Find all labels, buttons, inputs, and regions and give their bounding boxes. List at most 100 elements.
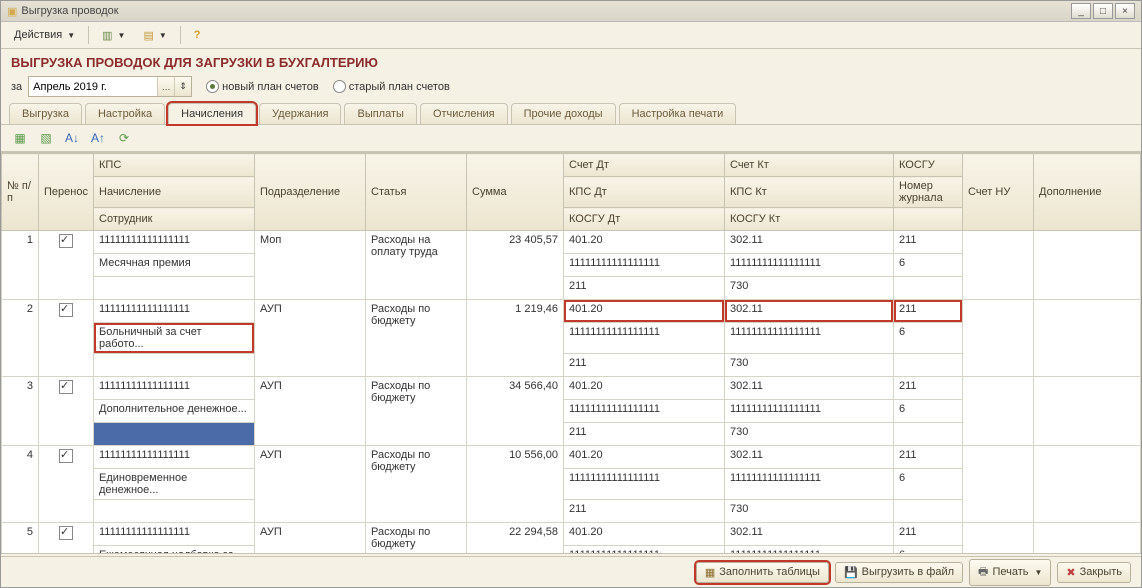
cell-podr: АУП — [255, 446, 366, 523]
cell-sotr — [94, 277, 255, 300]
table-row[interactable]: 411111111111111111АУПРасходы по бюджету1… — [2, 446, 1141, 469]
tab-3[interactable]: Удержания — [259, 103, 341, 124]
help-button[interactable]: ? — [187, 25, 208, 45]
col-transfer[interactable]: Перенос — [39, 154, 94, 231]
table-row[interactable]: 311111111111111111АУПРасходы по бюджету3… — [2, 377, 1141, 400]
maximize-button[interactable]: □ — [1093, 3, 1113, 19]
cell-dt: 401.20 — [564, 446, 725, 469]
chevron-down-icon: ▼ — [118, 31, 126, 40]
tab-7[interactable]: Настройка печати — [619, 103, 737, 124]
col-nach[interactable]: Начисление — [94, 177, 255, 208]
col-podr[interactable]: Подразделение — [255, 154, 366, 231]
add-row-button[interactable]: ▦ — [9, 127, 31, 149]
col-blank[interactable] — [894, 208, 963, 231]
tab-2[interactable]: Начисления — [168, 103, 256, 124]
col-nomzh[interactable]: Номер журнала — [894, 177, 963, 208]
cell-transfer[interactable] — [39, 231, 94, 300]
refresh-button[interactable]: ⟳ — [113, 127, 135, 149]
cell-nu — [963, 300, 1034, 377]
page-title: ВЫГРУЗКА ПРОВОДОК ДЛЯ ЗАГРУЗКИ В БУХГАЛТ… — [1, 49, 1141, 74]
export-icon-button[interactable]: ▥▼ — [95, 25, 132, 46]
cell-kps: 11111111111111111 — [94, 446, 255, 469]
col-kt[interactable]: Счет Кт — [725, 154, 894, 177]
sort-desc-icon: A↑ — [91, 131, 105, 145]
cell-nach: Единовременное денежное... — [94, 469, 255, 500]
cell-kt: 302.11 — [725, 377, 894, 400]
grid-toolbar: ▦ ▧ A↓ A↑ ⟳ — [1, 125, 1141, 152]
period-input[interactable] — [29, 81, 157, 93]
cell-sum: 23 405,57 — [467, 231, 564, 300]
doc-icon: ▣ — [7, 5, 17, 18]
cell-stat: Расходы на оплату труда — [366, 231, 467, 300]
help-icon: ? — [194, 29, 201, 41]
titlebar: ▣ Выгрузка проводок _ □ × — [1, 1, 1141, 22]
col-kosgudt[interactable]: КОСГУ Дт — [564, 208, 725, 231]
cell-num: 3 — [2, 377, 39, 446]
col-sotr[interactable]: Сотрудник — [94, 208, 255, 231]
cell-stat: Расходы по бюджету — [366, 446, 467, 523]
period-spinner-button[interactable]: ⇕ — [174, 77, 191, 96]
sort-asc-icon: A↓ — [65, 131, 79, 145]
copy-row-button[interactable]: ▧ — [35, 127, 57, 149]
tab-5[interactable]: Отчисления — [420, 103, 508, 124]
tab-4[interactable]: Выплаты — [344, 103, 416, 124]
col-kosgu[interactable]: КОСГУ — [894, 154, 963, 177]
checkbox-icon — [59, 380, 73, 394]
print-icon: 🖶 — [978, 563, 988, 582]
cell-transfer[interactable] — [39, 377, 94, 446]
actions-menu[interactable]: Действия ▼ — [7, 25, 82, 45]
data-grid[interactable]: № п/п Перенос КПС Подразделение Статья С… — [1, 152, 1141, 554]
sort-asc-button[interactable]: A↓ — [61, 127, 83, 149]
table-row[interactable]: 211111111111111111АУПРасходы по бюджету1… — [2, 300, 1141, 323]
cell-transfer[interactable] — [39, 523, 94, 555]
tab-6[interactable]: Прочие доходы — [511, 103, 616, 124]
cell-kpsdt: 11111111111111111 — [564, 469, 725, 500]
cell-sum: 10 556,00 — [467, 446, 564, 523]
col-num[interactable]: № п/п — [2, 154, 39, 231]
cell-nu — [963, 523, 1034, 555]
fill-tables-button[interactable]: ▦ Заполнить таблицы — [696, 562, 829, 583]
table-row[interactable]: 511111111111111111АУПРасходы по бюджету2… — [2, 523, 1141, 546]
col-nu[interactable]: Счет НУ — [963, 154, 1034, 231]
close-button[interactable]: × — [1115, 3, 1135, 19]
col-kosgukt[interactable]: КОСГУ Кт — [725, 208, 894, 231]
col-stat[interactable]: Статья — [366, 154, 467, 231]
cell-transfer[interactable] — [39, 446, 94, 523]
cell-kpskt: 11111111111111111 — [725, 400, 894, 423]
cell-nu — [963, 231, 1034, 300]
col-dop[interactable]: Дополнение — [1034, 154, 1141, 231]
table-row[interactable]: 111111111111111111МопРасходы на оплату т… — [2, 231, 1141, 254]
minimize-button[interactable]: _ — [1071, 3, 1091, 19]
cell-kpsdt: 11111111111111111 — [564, 400, 725, 423]
main-toolbar: Действия ▼ ▥▼ ▤▼ ? — [1, 22, 1141, 49]
radio-old-plan[interactable]: старый план счетов — [333, 80, 450, 93]
cell-blank — [894, 277, 963, 300]
col-kpskt[interactable]: КПС Кт — [725, 177, 894, 208]
radio-new-plan[interactable]: новый план счетов — [206, 80, 319, 93]
cell-sum: 34 566,40 — [467, 377, 564, 446]
script-icon-button[interactable]: ▤▼ — [136, 25, 173, 46]
cell-num: 4 — [2, 446, 39, 523]
col-sum[interactable]: Сумма — [467, 154, 564, 231]
export-file-button[interactable]: 💾 Выгрузить в файл — [835, 562, 963, 583]
cell-nomzh: 6 — [894, 469, 963, 500]
checkbox-icon — [59, 234, 73, 248]
col-dt[interactable]: Счет Дт — [564, 154, 725, 177]
tab-1[interactable]: Настройка — [85, 103, 165, 124]
cell-dop — [1034, 523, 1141, 555]
refresh-icon: ⟳ — [119, 131, 129, 145]
col-kps[interactable]: КПС — [94, 154, 255, 177]
tab-0[interactable]: Выгрузка — [9, 103, 82, 124]
close-form-button[interactable]: ✖ Закрыть — [1057, 562, 1131, 583]
cell-kosgudt: 211 — [564, 423, 725, 446]
sort-desc-button[interactable]: A↑ — [87, 127, 109, 149]
cell-dop — [1034, 377, 1141, 446]
print-label: Печать — [992, 566, 1028, 578]
cell-kpskt: 11111111111111111 — [725, 323, 894, 354]
col-kpsdt[interactable]: КПС Дт — [564, 177, 725, 208]
period-ellipsis-button[interactable]: … — [157, 77, 174, 96]
cell-kps: 11111111111111111 — [94, 231, 255, 254]
cell-transfer[interactable] — [39, 300, 94, 377]
cell-nomzh: 6 — [894, 546, 963, 555]
print-button[interactable]: 🖶 Печать ▼ — [969, 559, 1051, 586]
